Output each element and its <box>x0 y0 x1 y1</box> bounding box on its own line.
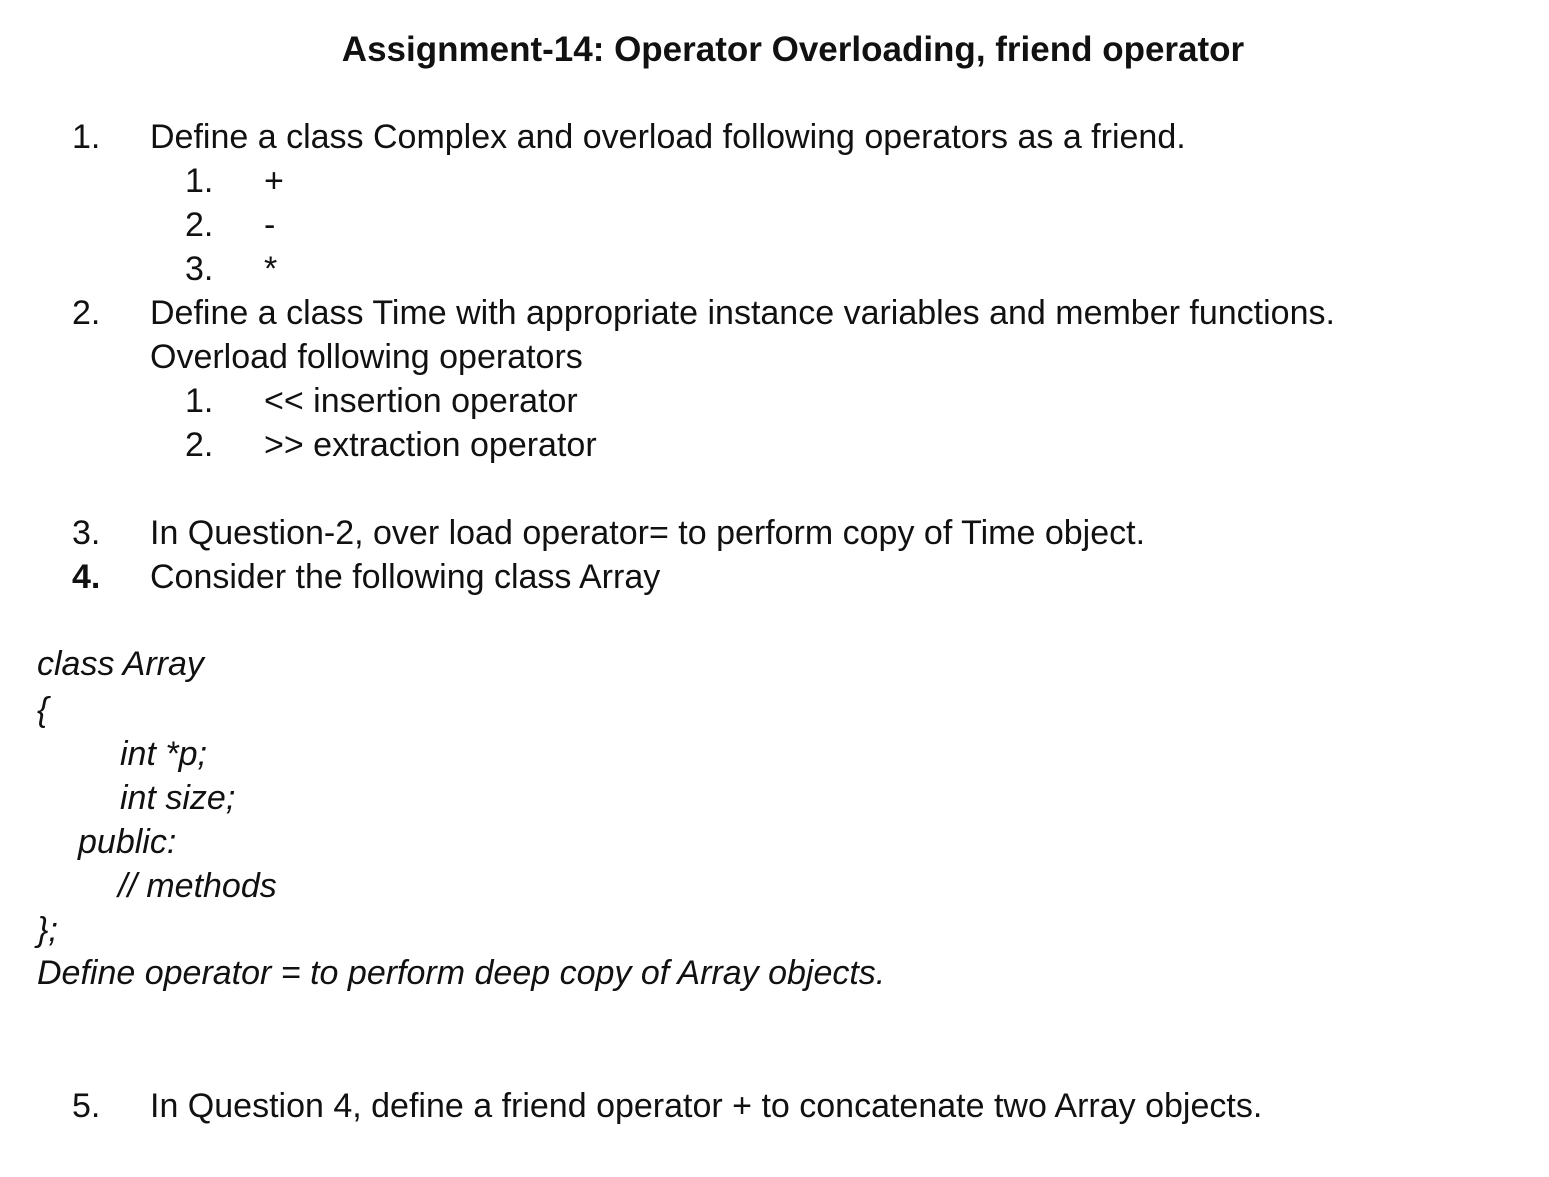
q2-subitem-2-text: >> extraction operator <box>264 426 597 464</box>
q1-subitem-1-number: 1. <box>185 162 214 200</box>
code-line-pointer: int *p; <box>120 735 207 773</box>
q1-subitem-1-text: + <box>264 162 284 200</box>
q5-text: In Question 4, define a friend operator … <box>150 1087 1263 1125</box>
code-line-size: int size; <box>120 779 236 817</box>
q2-text-line1: Define a class Time with appropriate ins… <box>150 294 1335 332</box>
q2-subitem-1-number: 1. <box>185 382 214 420</box>
q1-subitem-2-number: 2. <box>185 206 214 244</box>
q2-number: 2. <box>72 294 101 332</box>
code-line-public: public: <box>78 823 177 861</box>
q3-number: 3. <box>72 514 101 552</box>
q2-subitem-2-number: 2. <box>185 426 214 464</box>
code-line-open-brace: { <box>37 691 49 729</box>
code-line-comment: // methods <box>118 867 277 905</box>
q1-text: Define a class Complex and overload foll… <box>150 118 1186 156</box>
q2-subitem-1-text: << insertion operator <box>264 382 578 420</box>
q1-number: 1. <box>72 118 101 156</box>
q1-subitem-3-text: * <box>264 250 278 288</box>
q4-number: 4. <box>72 558 101 596</box>
q5-number: 5. <box>72 1087 101 1125</box>
q4-text: Consider the following class Array <box>150 558 661 596</box>
q1-subitem-2-text: - <box>264 206 276 244</box>
q3-text: In Question-2, over load operator= to pe… <box>150 514 1146 552</box>
q1-subitem-3-number: 3. <box>185 250 214 288</box>
code-line-class: class Array <box>37 645 204 683</box>
q2-text-line2: Overload following operators <box>150 338 583 376</box>
page-title: Assignment-14: Operator Overloading, fri… <box>341 30 1245 69</box>
q4-instruction: Define operator = to perform deep copy o… <box>37 954 886 992</box>
code-line-close-brace: }; <box>37 911 58 949</box>
